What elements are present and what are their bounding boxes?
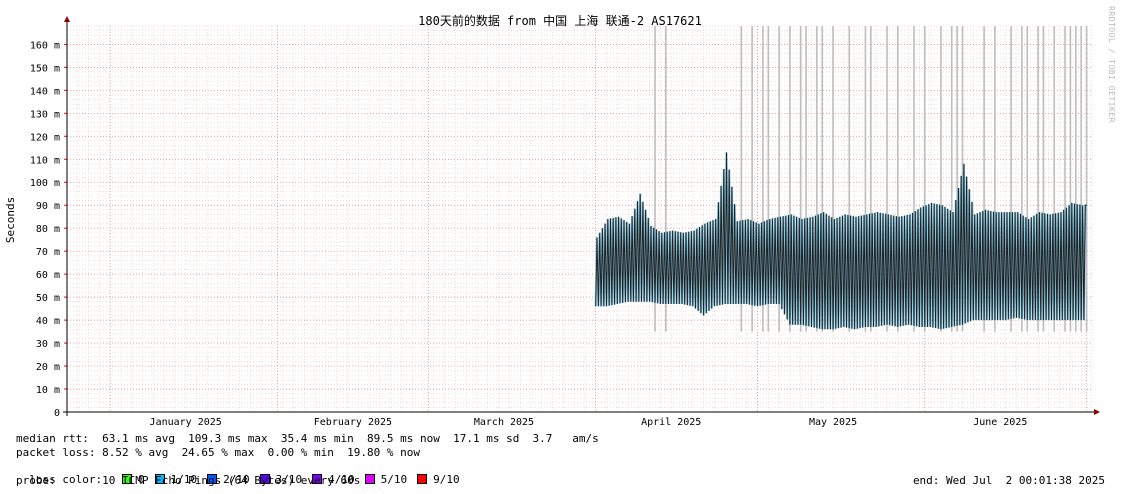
y-tick-label: 90 m (36, 201, 60, 212)
latency-chart: 0 10 m 20 m 30 m 40 m 50 m 60 m 70 m 80 m 90 m 100… (4, 13, 1100, 428)
loss-color-swatch (417, 474, 428, 484)
loss-color-item: 9/10 (417, 473, 460, 486)
rrdtool-watermark: RRDTOOL / TOBI OETIKER (1107, 6, 1116, 123)
x-tick-label: May 2025 (809, 417, 857, 428)
x-tick-label: January 2025 (150, 417, 222, 428)
x-tick-label: June 2025 (973, 417, 1027, 428)
end-time: end: Wed Jul 2 00:01:38 2025 (912, 474, 1105, 487)
x-tick-label: April 2025 (641, 417, 701, 428)
loss-color-item-label: 9/10 (433, 473, 460, 486)
loss-color-item: 5/10 (364, 473, 408, 486)
y-axis-label: Seconds (4, 197, 17, 243)
loss-color-item-label: 5/10 (380, 473, 408, 486)
y-tick-label: 40 m (36, 316, 60, 327)
y-axis-arrow (64, 16, 70, 22)
y-tick-label: 50 m (36, 293, 60, 304)
y-tick-label: 140 m (30, 86, 60, 97)
y-tick-label: 100 m (30, 178, 60, 189)
y-tick-labels: 0 10 m 20 m 30 m 40 m 50 m 60 m 70 m 80 m 90 m 100… (30, 40, 60, 419)
loss-color-swatch (364, 474, 375, 484)
y-tick-label: 160 m (30, 40, 60, 51)
y-tick-label: 150 m (30, 63, 60, 74)
y-tick-label: 130 m (30, 109, 60, 120)
y-tick-label: 20 m (36, 362, 60, 373)
rtt-series (594, 152, 1087, 330)
y-tick-label: 120 m (30, 132, 60, 143)
median-rtt-line: median rtt: 63.1 ms avg 109.3 ms max 35.… (16, 432, 599, 445)
x-tick-label: February 2025 (314, 417, 392, 428)
y-tick-label: 10 m (36, 385, 60, 396)
y-tick-label: 0 (54, 408, 60, 419)
chart-title: 180天前的数据 from 中国 上海 联通-2 AS17621 (418, 13, 702, 28)
y-tick-label: 70 m (36, 247, 60, 258)
y-tick-label: 30 m (36, 339, 60, 350)
minor-grid (66, 25, 1093, 413)
probe-line: probe: 10 ICMP Echo Pings (64 Bytes) eve… (16, 474, 361, 487)
packet-loss-line: packet loss: 8.52 % avg 24.65 % max 0.00… (16, 446, 420, 459)
x-axis-arrow (1094, 409, 1100, 415)
x-tick-label: March 2025 (474, 417, 534, 428)
x-tick-labels: January 2025 February 2025 March 2025 April… (150, 417, 1028, 428)
y-tick-label: 110 m (30, 155, 60, 166)
y-tick-label: 60 m (36, 270, 60, 281)
y-tick-label: 80 m (36, 224, 60, 235)
